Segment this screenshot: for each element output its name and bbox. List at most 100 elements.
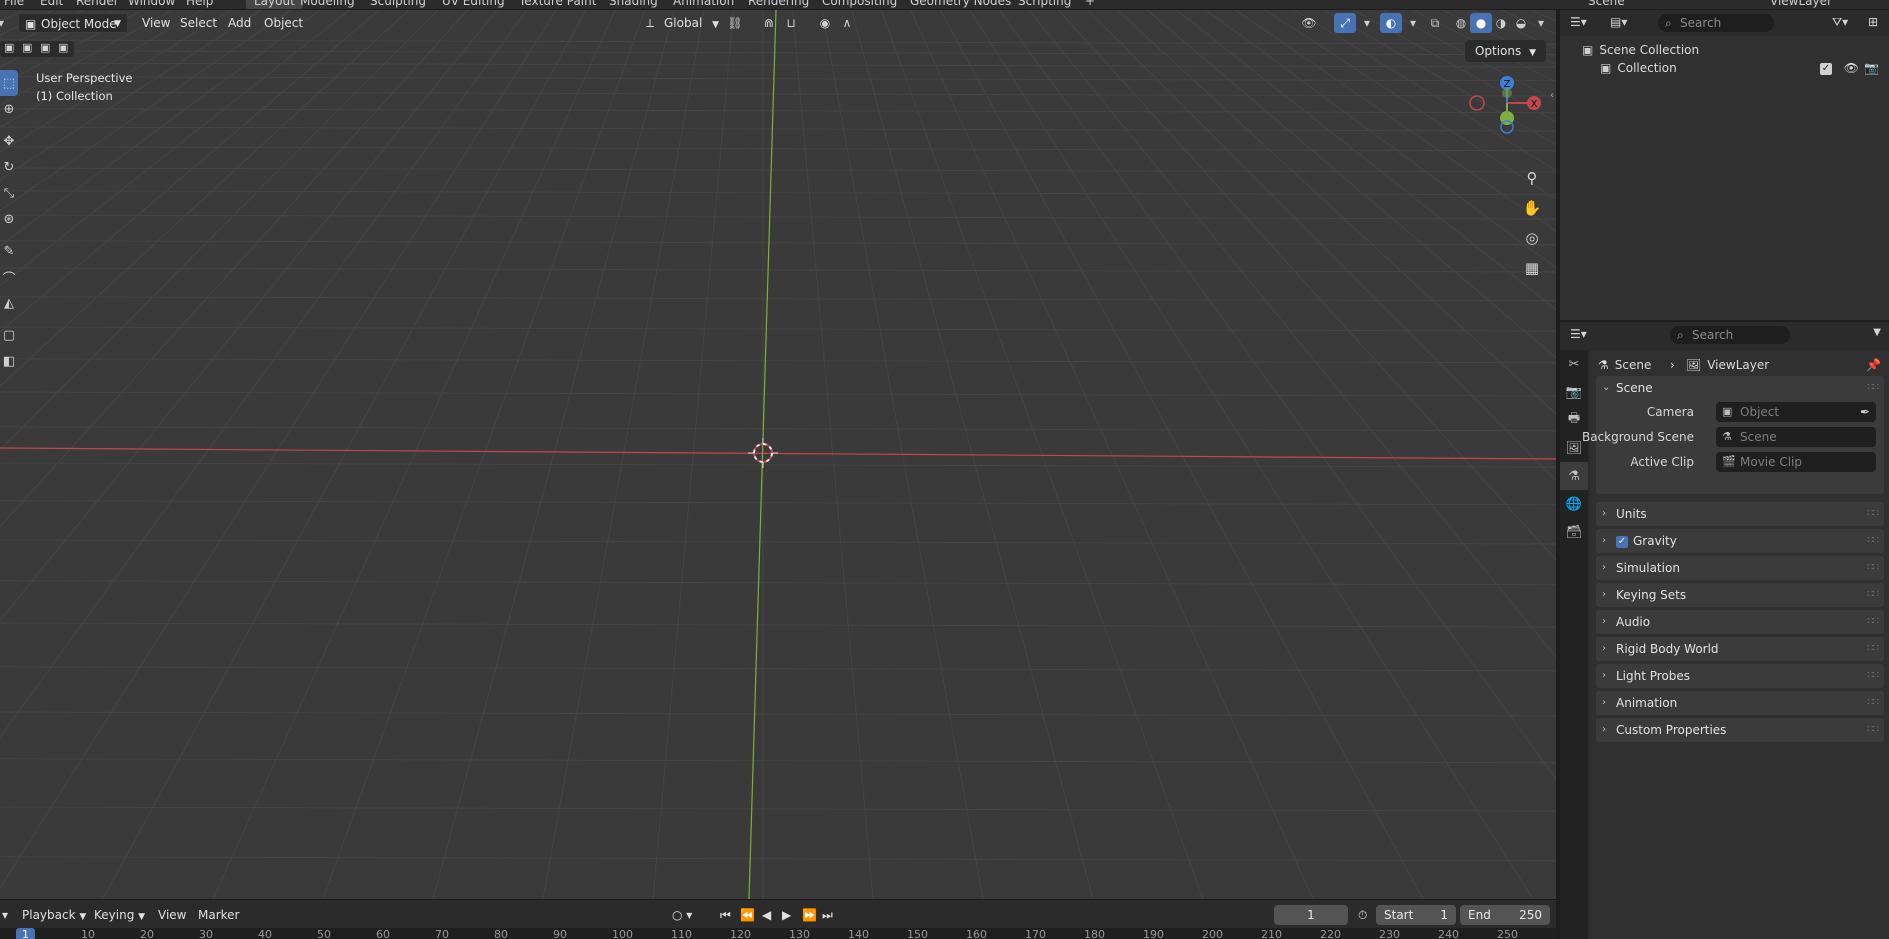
tool-tab-icon[interactable]: ✂ xyxy=(1560,350,1588,378)
select-box-tool-icon[interactable]: ⬚ xyxy=(0,70,18,96)
workspace-tab-texture-paint[interactable]: Texture Paint xyxy=(519,0,596,8)
transform-orientation-dropdown[interactable]: ⟂ Global ▼ xyxy=(640,13,727,33)
drag-grip-icon[interactable]: ∷∷ xyxy=(1867,610,1879,634)
scale-tool-icon[interactable]: ⤡ xyxy=(0,180,18,206)
scene-panel-header[interactable]: ⌄ Scene ∷∷ xyxy=(1596,376,1884,400)
drag-grip-icon[interactable]: ∷∷ xyxy=(1867,664,1879,688)
editor-type-icon[interactable]: ▾ xyxy=(0,13,8,33)
light-probes-panel-header[interactable]: › Light Probes ∷∷ xyxy=(1596,664,1884,688)
workspace-tab-animation[interactable]: Animation xyxy=(673,0,734,8)
drag-grip-icon[interactable]: ∷∷ xyxy=(1867,502,1879,526)
workspace-tab-rendering[interactable]: Rendering xyxy=(748,0,809,8)
zoom-icon[interactable]: ⚲ xyxy=(1518,165,1546,191)
collection-row[interactable]: ▣ Collection ✓ 👁 📷 xyxy=(1600,58,1885,78)
menu-edit[interactable]: Edit xyxy=(40,0,63,8)
drag-grip-icon[interactable]: ∷∷ xyxy=(1867,718,1879,742)
camera-render-icon[interactable]: 📷 xyxy=(1864,58,1879,78)
audio-panel-header[interactable]: › Audio ∷∷ xyxy=(1596,610,1884,634)
properties-search-input[interactable]: Search xyxy=(1670,326,1790,344)
simulation-panel-header[interactable]: › Simulation ∷∷ xyxy=(1596,556,1884,580)
workspace-tab-scripting[interactable]: Scripting xyxy=(1018,0,1071,8)
keying-menu[interactable]: Keying ▼ xyxy=(88,905,151,925)
eye-icon[interactable]: 👁 xyxy=(1844,58,1859,78)
editor-type-icon[interactable]: ☰▾ xyxy=(1570,15,1587,29)
snap-icon[interactable]: ⋒ xyxy=(758,13,780,33)
select-new-icon[interactable]: ▣ xyxy=(4,41,14,54)
menu-file[interactable]: File xyxy=(4,0,24,8)
clock-icon[interactable]: ⏱ xyxy=(1352,905,1373,925)
camera-view-icon[interactable]: ◎ xyxy=(1518,225,1546,251)
custom-properties-panel-header[interactable]: › Custom Properties ∷∷ xyxy=(1596,718,1884,742)
units-panel-header[interactable]: › Units ∷∷ xyxy=(1596,502,1884,526)
collection-tab-icon[interactable]: 🗃 xyxy=(1560,518,1588,546)
keying-sets-panel-header[interactable]: › Keying Sets ∷∷ xyxy=(1596,583,1884,607)
jump-end-icon[interactable]: ⏭ xyxy=(816,905,839,925)
workspace-tab-geometry-nodes[interactable]: Geometry Nodes xyxy=(910,0,1011,8)
solid-shading-icon[interactable]: ● xyxy=(1470,13,1492,33)
add-menu[interactable]: Add xyxy=(220,13,259,33)
current-frame-field[interactable]: 1 xyxy=(1274,905,1348,925)
annotate-tool-icon[interactable]: ✎ xyxy=(0,238,18,264)
workspace-tab-shading[interactable]: Shading xyxy=(609,0,658,8)
chevron-down-icon[interactable]: ▾ xyxy=(1402,13,1424,33)
rigid-body-world-panel-header[interactable]: › Rigid Body World ∷∷ xyxy=(1596,637,1884,661)
frame-ruler[interactable]: 1 10 20 30 40 50 60 70 80 90 100 110 120 130 140 150 160… xyxy=(0,928,1556,939)
drag-grip-icon[interactable]: ∷∷ xyxy=(1867,529,1879,553)
chevron-down-icon[interactable]: ▾ xyxy=(1356,13,1378,33)
workspace-tab-compositing[interactable]: Compositing xyxy=(822,0,897,8)
menu-window[interactable]: Window xyxy=(128,0,175,8)
pan-hand-icon[interactable]: ✋ xyxy=(1518,195,1546,221)
drag-grip-icon[interactable]: ∷∷ xyxy=(1867,691,1879,715)
pin-icon[interactable]: 📌 xyxy=(1866,356,1881,374)
sidebar-toggle-icon[interactable]: ‹ xyxy=(1550,90,1554,101)
background-scene-field[interactable]: ⚗ Scene xyxy=(1716,427,1876,447)
measure-tool-icon[interactable]: ⌒ xyxy=(0,264,18,290)
camera-field[interactable]: ▣ Object ✒ xyxy=(1716,402,1876,422)
gravity-checkbox[interactable]: ✓ xyxy=(1616,535,1628,548)
add-cube-tool-icon[interactable]: ▢ xyxy=(0,322,18,348)
ruler-tool-icon[interactable]: ◭ xyxy=(0,290,18,316)
object-menu[interactable]: Object xyxy=(256,13,311,33)
move-tool-icon[interactable]: ✥ xyxy=(0,128,18,154)
new-collection-icon[interactable]: ⊞ xyxy=(1868,15,1878,29)
visibility-icon[interactable]: 👁 xyxy=(1298,13,1320,33)
end-frame-field[interactable]: End 250 xyxy=(1460,905,1550,925)
chevron-down-icon[interactable]: ▾ xyxy=(1530,13,1552,33)
play-icon[interactable]: ▶ xyxy=(776,905,797,925)
transform-tool-icon[interactable]: ⊛ xyxy=(0,206,18,232)
playback-menu[interactable]: Playback ▼ xyxy=(16,905,92,925)
gravity-panel-header[interactable]: › ✓ Gravity ∷∷ xyxy=(1596,529,1884,553)
xray-icon[interactable]: ⧉ xyxy=(1424,13,1446,33)
overlays-toggle-icon[interactable]: ◐ xyxy=(1380,13,1402,33)
eyedropper-icon[interactable]: ✒ xyxy=(1860,402,1870,422)
options-dropdown[interactable]: Options ▼ xyxy=(1464,40,1546,62)
menu-render[interactable]: Render xyxy=(76,0,119,8)
animation-panel-header[interactable]: › Animation ∷∷ xyxy=(1596,691,1884,715)
select-subtract-icon[interactable]: ▣ xyxy=(40,41,50,54)
perspective-toggle-icon[interactable]: ▦ xyxy=(1518,255,1546,281)
view-layer-name[interactable]: ViewLayer xyxy=(1770,0,1832,8)
scene-tab-icon[interactable]: ⚗ xyxy=(1560,462,1588,490)
menu-help[interactable]: Help xyxy=(186,0,213,8)
auto-keying-icon[interactable]: ○ ▾ xyxy=(666,905,698,925)
proportional-editing-icon[interactable]: ◉ xyxy=(814,13,836,33)
snap-target-icon[interactable]: ⊔ xyxy=(780,13,802,33)
workspace-tab-layout[interactable]: Layout xyxy=(246,0,303,9)
active-clip-field[interactable]: 🎬 Movie Clip xyxy=(1716,452,1876,472)
filter-icon[interactable]: ⛛▾ xyxy=(1832,15,1848,30)
play-reverse-icon[interactable]: ◀ xyxy=(756,905,777,925)
gizmo-toggle-icon[interactable]: ⤢ xyxy=(1334,13,1356,33)
wireframe-shading-icon[interactable]: ◍ xyxy=(1450,13,1472,33)
add-object-tool-icon[interactable]: ◧ xyxy=(0,348,18,374)
display-mode-icon[interactable]: ▤▾ xyxy=(1610,15,1627,29)
navigation-gizmo[interactable]: Z X xyxy=(1455,73,1555,143)
select-menu[interactable]: Select xyxy=(172,13,225,33)
drag-grip-icon[interactable]: ∷∷ xyxy=(1867,376,1879,400)
falloff-icon[interactable]: ∧ xyxy=(836,13,858,33)
drag-grip-icon[interactable]: ∷∷ xyxy=(1867,556,1879,580)
start-frame-field[interactable]: Start 1 xyxy=(1376,905,1456,925)
scene-collection-row[interactable]: ▣ Scene Collection xyxy=(1582,40,1699,60)
timeline-editor[interactable]: ▾ Playback ▼ Keying ▼ View Marker ○ ▾ ⏮ … xyxy=(0,899,1556,939)
3d-viewport[interactable]: ▾ ▣ Object Mode ▼ View Select Add Object… xyxy=(0,10,1556,899)
drag-grip-icon[interactable]: ∷∷ xyxy=(1867,583,1879,607)
